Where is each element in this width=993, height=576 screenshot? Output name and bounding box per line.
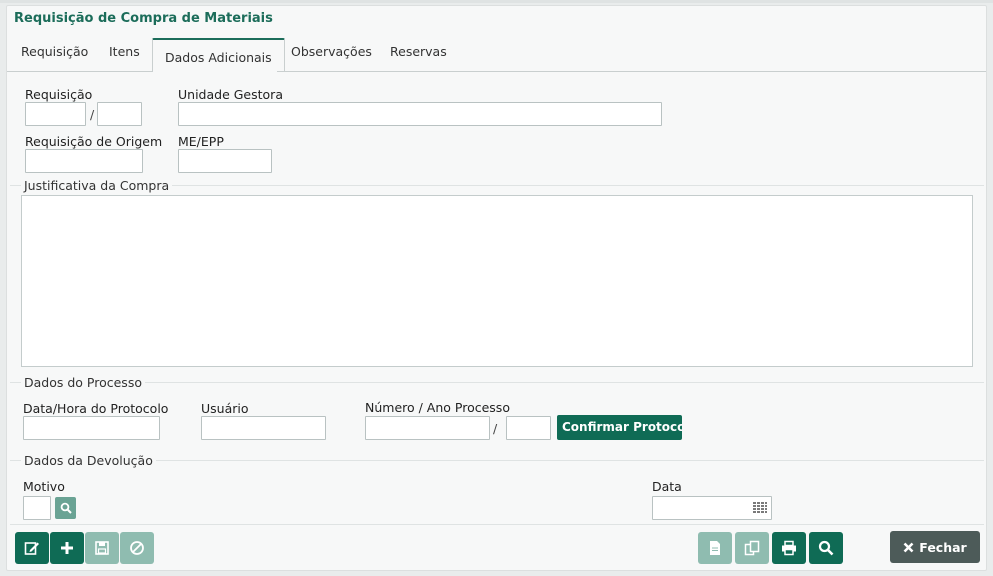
toolbar-divider	[10, 524, 984, 525]
justificativa-textarea[interactable]	[21, 195, 973, 367]
requisicao-window: Requisição de Compra de Materiais Requis…	[6, 5, 987, 571]
save-icon	[95, 541, 109, 555]
devolucao-fieldset	[10, 460, 984, 461]
unidade-gestora-input[interactable]	[178, 102, 662, 126]
confirmar-protocolo-button[interactable]: Confirmar Protocolo	[557, 415, 682, 440]
ano-processo-input[interactable]	[506, 416, 551, 440]
window-title: Requisição de Compra de Materiais	[14, 11, 273, 26]
close-button-label: Fechar	[919, 539, 967, 555]
plus-icon	[61, 542, 73, 554]
requisicao-origem-input[interactable]	[25, 149, 143, 173]
requisicao-number-input[interactable]	[25, 102, 86, 126]
devolucao-legend: Dados da Devolução	[21, 453, 156, 468]
data-hora-input[interactable]	[23, 416, 160, 440]
print-button[interactable]	[772, 532, 806, 564]
edit-icon	[24, 542, 39, 555]
print-icon	[782, 540, 796, 556]
close-button[interactable]: Fechar	[890, 531, 980, 563]
search-icon	[60, 502, 72, 514]
copy-icon	[744, 540, 760, 556]
numero-processo-input[interactable]	[365, 416, 490, 440]
usuario-label: Usuário	[201, 401, 249, 416]
data-input[interactable]	[652, 496, 772, 520]
edit-button[interactable]	[15, 532, 49, 564]
document-icon	[710, 541, 720, 555]
tab-observacoes[interactable]: Observações	[291, 44, 372, 59]
requisicao-year-input[interactable]	[97, 102, 142, 126]
search-icon	[818, 540, 834, 556]
motivo-input[interactable]	[23, 496, 51, 520]
usuario-input[interactable]	[201, 416, 326, 440]
cancel-icon	[130, 541, 144, 555]
tab-itens[interactable]: Itens	[109, 44, 140, 59]
close-icon	[903, 542, 914, 552]
add-button[interactable]	[50, 532, 84, 564]
copy-button[interactable]	[735, 532, 769, 564]
motivo-label: Motivo	[23, 479, 65, 494]
slash-separator: /	[493, 421, 498, 436]
motivo-search-button[interactable]	[55, 497, 76, 519]
requisicao-label: Requisição	[25, 87, 93, 102]
me-epp-input[interactable]	[178, 149, 272, 173]
tab-requisicao[interactable]: Requisição	[21, 44, 88, 59]
numero-ano-label: Número / Ano Processo	[365, 400, 510, 415]
cancel-button[interactable]	[120, 532, 154, 564]
tab-dados-adicionais[interactable]: Dados Adicionais	[152, 38, 285, 72]
me-epp-label: ME/EPP	[178, 134, 224, 149]
slash-separator: /	[90, 107, 95, 122]
data-hora-label: Data/Hora do Protocolo	[23, 401, 169, 416]
data-label: Data	[652, 479, 682, 494]
save-button[interactable]	[85, 532, 119, 564]
unidade-gestora-label: Unidade Gestora	[178, 87, 283, 102]
document-button[interactable]	[698, 532, 732, 564]
requisicao-origem-label: Requisição de Origem	[25, 134, 163, 149]
tab-bar: Requisição Itens Dados Adicionais Observ…	[7, 38, 986, 72]
processo-fieldset	[10, 382, 984, 383]
processo-legend: Dados do Processo	[21, 375, 145, 390]
justificativa-legend: Justificativa da Compra	[21, 178, 173, 193]
tab-reservas[interactable]: Reservas	[390, 44, 447, 59]
calendar-icon[interactable]	[753, 502, 767, 514]
search-button[interactable]	[809, 532, 843, 564]
top-strip	[0, 0, 993, 3]
